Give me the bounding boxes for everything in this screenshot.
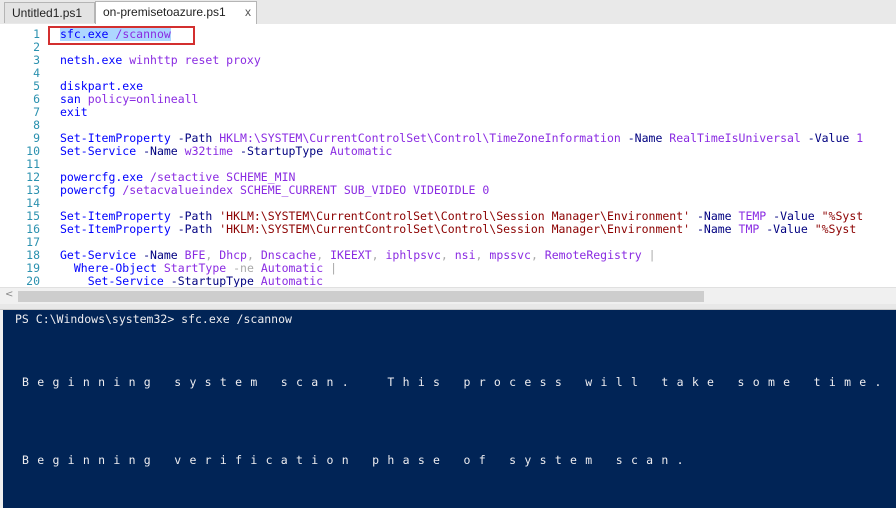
code-token: Set-ItemProperty [60, 222, 171, 236]
code-token: -Value [759, 222, 808, 236]
code-token: Dnscache [253, 248, 317, 262]
code-token: diskpart.exe [60, 79, 144, 93]
code-token: powercfg [60, 183, 116, 197]
code-token: -Name [690, 209, 732, 223]
code-token: /setactive SCHEME_MIN [143, 170, 296, 184]
code-text: powercfg /setacvalueindex SCHEME_CURRENT… [60, 184, 489, 197]
code-token: , [530, 248, 538, 262]
code-token: Automatic [253, 274, 324, 288]
console-output-line: Beginning system scan. This process will… [22, 375, 890, 389]
code-token: w32time [177, 144, 234, 158]
code-line[interactable]: 6 san policy=onlineall [0, 93, 896, 106]
code-token: | [323, 261, 337, 275]
code-token: -Value [766, 209, 815, 223]
code-token: -Name [620, 131, 663, 145]
code-text: netsh.exe winhttp reset proxy [60, 54, 261, 67]
code-token: IKEEXT [323, 248, 372, 262]
code-token: /setacvalueindex SCHEME_CURRENT SUB_VIDE… [115, 183, 490, 197]
tab-bar: Untitled1.ps1 on-premisetoazure.ps1 x [0, 0, 896, 25]
code-token: StartType [156, 261, 227, 275]
code-text: Set-Service -StartupType Automatic [60, 274, 324, 288]
tab-on-premisetoazure[interactable]: on-premisetoazure.ps1 x [95, 1, 257, 24]
code-token: -ne [226, 261, 254, 275]
console-output-line: Beginning verification phase of system s… [22, 453, 692, 467]
code-token: -StartupType [233, 144, 324, 158]
code-line[interactable]: 20 Set-Service -StartupType Automatic [0, 274, 896, 288]
code-token: winhttp reset proxy [122, 53, 261, 67]
code-text: Set-ItemProperty -Path 'HKLM:\SYSTEM\Cur… [60, 223, 856, 236]
code-token: 1 [849, 131, 864, 145]
code-token: powercfg.exe [60, 170, 144, 184]
code-line[interactable]: 10 Set-Service -Name w32time -StartupType… [0, 145, 896, 158]
code-token: mpssvc [482, 248, 531, 262]
code-line[interactable]: 13 powercfg /setacvalueindex SCHEME_CURRE… [0, 184, 896, 197]
code-token: Set-Service [60, 144, 137, 158]
code-token: Where-Object [60, 261, 157, 275]
code-token: Dhcp [212, 248, 247, 262]
code-token: , [440, 248, 448, 262]
horizontal-scrollbar[interactable]: < [0, 287, 896, 305]
code-token: BFE [177, 248, 206, 262]
code-token: , [371, 248, 379, 262]
code-token: Automatic [323, 144, 393, 158]
code-token: "%Syst [814, 209, 864, 223]
code-token: TEMP [731, 209, 767, 223]
code-token: netsh.exe [60, 53, 123, 67]
code-text: Set-Service -Name w32time -StartupType A… [60, 145, 392, 158]
code-token: -Name [690, 222, 732, 236]
tab-label: Untitled1.ps1 [12, 6, 83, 20]
close-icon[interactable]: x [245, 2, 251, 22]
code-token: -Name [136, 144, 178, 158]
code-token: Set-ItemProperty [60, 209, 171, 223]
code-token: 'HKLM:\SYSTEM\CurrentControlSet\Control\… [212, 209, 691, 223]
code-token: Set-Service [60, 274, 164, 288]
code-token: policy=onlineall [80, 92, 199, 106]
line-number: 20 [26, 274, 40, 288]
code-token: san [60, 92, 81, 106]
code-token: RemoteRegistry [537, 248, 642, 262]
console-prompt: PS C:\Windows\system32> sfc.exe /scannow [15, 312, 292, 326]
scroll-left-icon[interactable]: < [5, 289, 13, 300]
code-token: RealTimeIsUniversal [662, 131, 801, 145]
code-token: Set-ItemProperty [60, 131, 171, 145]
code-line[interactable]: 16 Set-ItemProperty -Path 'HKLM:\SYSTEM\C… [0, 223, 896, 236]
scrollbar-thumb[interactable] [18, 291, 704, 302]
code-line[interactable]: 7 exit [0, 106, 896, 119]
code-token: -Path [170, 131, 213, 145]
code-token: exit [60, 105, 88, 119]
code-token: -Name [136, 248, 178, 262]
code-token: | [641, 248, 656, 262]
code-token: -StartupType [163, 274, 254, 288]
code-token: 'HKLM:\SYSTEM\CurrentControlSet\Control\… [212, 222, 691, 236]
tab-untitled1[interactable]: Untitled1.ps1 [4, 2, 95, 23]
code-token: -Path [170, 222, 213, 236]
code-token: "%Syst [807, 222, 857, 236]
code-token: , [246, 248, 254, 262]
console-pane[interactable]: PS C:\Windows\system32> sfc.exe /scannow… [3, 310, 896, 508]
code-token: Get-Service [60, 248, 137, 262]
code-token: nsi [447, 248, 476, 262]
highlight-box [48, 26, 195, 45]
code-token: TMP [731, 222, 760, 236]
code-token: Automatic [253, 261, 324, 275]
code-token: -Value [800, 131, 850, 145]
script-editor[interactable]: 1 sfc.exe /scannow 2 3 netsh.exe winhttp res… [0, 24, 896, 287]
code-token: -Path [170, 209, 213, 223]
code-token: HKLM:\SYSTEM\CurrentControlSet\Control\T… [212, 131, 621, 145]
tab-label: on-premisetoazure.ps1 [103, 5, 226, 19]
code-text: exit [60, 106, 88, 119]
code-token: iphlpsvc [378, 248, 441, 262]
code-line[interactable]: 3 netsh.exe winhttp reset proxy [0, 54, 896, 67]
